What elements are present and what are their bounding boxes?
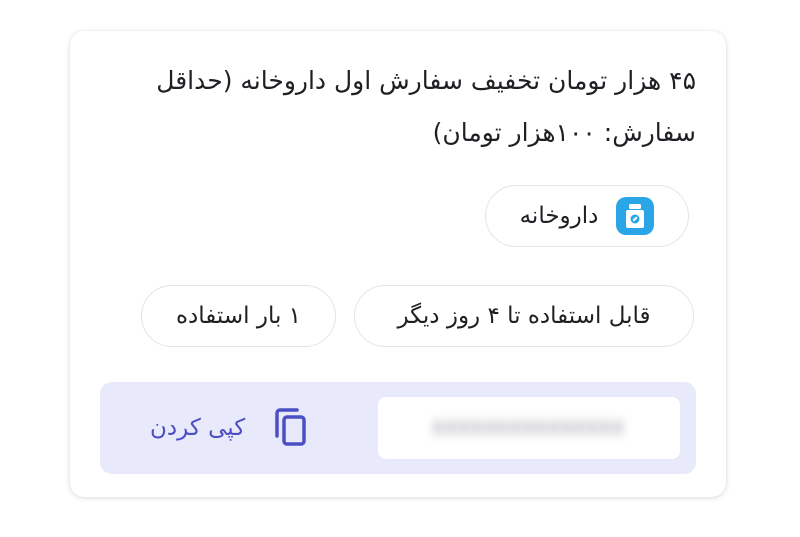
- coupon-code-bar: XXXXXXXXXXXXXXX کپی کردن: [100, 382, 696, 474]
- validity-label: قابل استفاده تا ۴ روز دیگر: [397, 303, 651, 329]
- coupon-code-value: XXXXXXXXXXXXXXX: [432, 417, 626, 439]
- coupon-code-field[interactable]: XXXXXXXXXXXXXXX: [378, 397, 680, 459]
- category-label: داروخانه: [519, 203, 599, 229]
- usage-label: ۱ بار استفاده: [175, 303, 302, 329]
- category-chip[interactable]: داروخانه: [485, 185, 689, 247]
- usage-chip: ۱ بار استفاده: [141, 285, 336, 347]
- copy-button[interactable]: کپی کردن: [150, 404, 309, 452]
- coupon-title: ۴۵ هزار تومان تخفیف سفارش اول داروخانه (…: [156, 66, 696, 147]
- medicine-bottle-icon: [616, 197, 655, 235]
- validity-chip: قابل استفاده تا ۴ روز دیگر: [354, 285, 694, 347]
- copy-button-label: کپی کردن: [150, 415, 246, 441]
- copy-icon: [273, 408, 309, 448]
- coupon-card: ۴۵ هزار تومان تخفیف سفارش اول داروخانه (…: [70, 31, 726, 497]
